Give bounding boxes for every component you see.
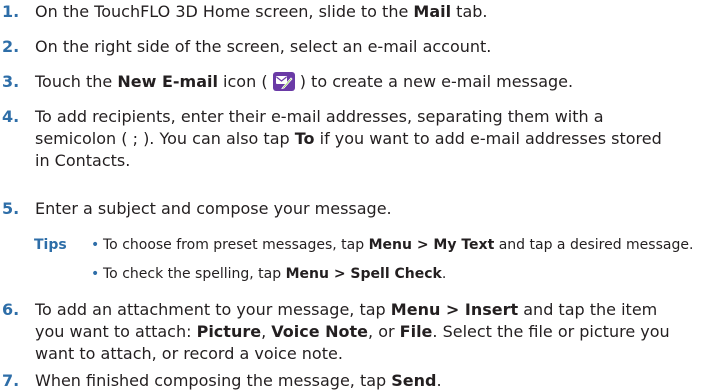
step-text: On the TouchFLO 3D Home screen, slide to…: [35, 2, 488, 21]
step-text: Enter a subject and compose your message…: [35, 199, 392, 218]
tip-item: • To check the spelling, tap Menu > Spell…: [91, 266, 447, 282]
tips-label: Tips: [34, 237, 67, 253]
step-number: 4.: [2, 107, 20, 126]
step-number: 6.: [2, 300, 20, 319]
bullet: •: [91, 266, 100, 282]
step-text: When finished composing the message, tap…: [35, 371, 442, 390]
step-text: On the right side of the screen, select …: [35, 37, 492, 56]
step-number: 5.: [2, 199, 20, 218]
bullet: •: [91, 237, 100, 253]
step-number: 7.: [2, 371, 20, 390]
tip-item: • To choose from preset messages, tap Men…: [91, 237, 694, 253]
step-number: 3.: [2, 72, 20, 91]
new-email-icon: [272, 72, 295, 91]
step-number: 2.: [2, 37, 20, 56]
step-text: Touch the New E-mail icon ( ) to create …: [35, 72, 574, 91]
step-number: 1.: [2, 2, 20, 21]
instruction-list: 1. On the TouchFLO 3D Home screen, slide…: [0, 0, 725, 392]
